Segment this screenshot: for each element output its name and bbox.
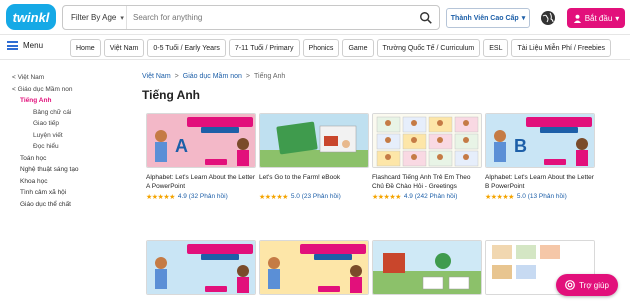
sidebar-item[interactable]: Tiếng Anh [12, 95, 132, 107]
menu-label: Menu [23, 41, 44, 50]
star-rating-icon: ★★★★★ [259, 194, 288, 201]
resource-rating: ★★★★★ 4.9 (32 Phản hồi) [146, 193, 256, 201]
resource-card[interactable] [372, 240, 482, 295]
resource-title[interactable]: Alphabet: Let's Learn About the Letter B… [485, 173, 595, 191]
star-rating-icon: ★★★★★ [146, 194, 175, 201]
help-label: Trợ giúp [579, 280, 609, 290]
nav-item[interactable]: Trường Quốc Tế / Curriculum [376, 39, 481, 57]
nav-item[interactable]: 0-5 Tuổi / Early Years [147, 39, 226, 57]
resource-card[interactable] [146, 240, 256, 295]
star-rating-icon: ★★★★★ [372, 194, 401, 201]
resource-card[interactable] [259, 240, 369, 295]
nav-item[interactable]: Tài Liệu Miễn Phí / Freebies [511, 39, 612, 57]
age-filter-dropdown[interactable]: Filter By Age ▾ [63, 6, 127, 29]
svg-text:B: B [514, 136, 527, 156]
resource-thumbnail[interactable] [259, 240, 369, 295]
sidebar-item[interactable]: < Giáo dục Mầm non [12, 84, 132, 96]
rating-score[interactable]: 4.9 (242 Phản hồi) [404, 193, 457, 201]
nav-item[interactable]: Game [342, 39, 374, 57]
age-filter-label: Filter By Age [71, 13, 117, 22]
search-input[interactable] [127, 13, 407, 22]
resource-thumbnail[interactable]: A [146, 113, 256, 168]
breadcrumb-separator: > [245, 73, 251, 80]
breadcrumb-item-early-years[interactable]: Giáo dục Mầm non [183, 73, 242, 80]
resource-title[interactable]: Alphabet: Let's Learn About the Letter A… [146, 173, 256, 191]
resource-title[interactable]: Flashcard Tiếng Anh Trẻ Em Theo Chủ Đề C… [372, 173, 482, 191]
breadcrumb-item-current: Tiếng Anh [254, 73, 286, 80]
nav-item[interactable]: Việt Nam [103, 39, 145, 57]
resource-card[interactable]: A Alphabet: Let's Learn About the Letter… [146, 113, 256, 201]
nav-item[interactable]: 7-11 Tuổi / Primary [228, 39, 300, 57]
chevron-down-icon: ▾ [120, 14, 124, 22]
sidebar-item[interactable]: Đọc hiểu [12, 141, 132, 153]
resource-card[interactable]: Let's Go to the Farm! eBook ★★★★★ 5.0 (2… [259, 113, 369, 201]
resource-thumbnail[interactable]: B [485, 113, 595, 168]
nav-item[interactable]: ESL [483, 39, 509, 57]
resource-thumbnail[interactable] [146, 240, 256, 295]
nav-item[interactable]: Home [70, 39, 101, 57]
chevron-down-icon: ▾ [521, 15, 526, 22]
resource-rating: ★★★★★ 5.0 (13 Phản hồi) [485, 193, 595, 201]
menu-button[interactable]: Menu [7, 41, 43, 50]
nav-item[interactable]: Phonics [302, 39, 340, 57]
search-icon[interactable] [419, 11, 433, 25]
sidebar-item[interactable]: Giao tiếp [12, 118, 132, 130]
premium-member-label: Thành Viên Cao Cấp [450, 14, 519, 22]
sidebar-item[interactable]: Bảng chữ cái [12, 107, 132, 119]
svg-text:A: A [175, 136, 188, 156]
chevron-down-icon: ▾ [615, 13, 620, 23]
resource-card[interactable]: Flashcard Tiếng Anh Trẻ Em Theo Chủ Đề C… [372, 113, 482, 201]
breadcrumb-item-vietnam[interactable]: Việt Nam [142, 73, 171, 80]
resource-thumbnail[interactable] [372, 240, 482, 295]
rating-score[interactable]: 5.0 (23 Phản hồi) [291, 193, 341, 201]
breadcrumb: Việt Nam > Giáo dục Mầm non > Tiếng Anh [142, 73, 285, 80]
rating-score[interactable]: 4.9 (32 Phản hồi) [178, 193, 228, 201]
sidebar-item[interactable]: Khoa học [12, 176, 132, 188]
resource-card[interactable]: B Alphabet: Let's Learn About the Letter… [485, 113, 595, 201]
page-title: Tiếng Anh [142, 88, 200, 102]
hamburger-icon [7, 41, 18, 50]
top-bar: twinkl Filter By Age ▾ Thành Viên Cao Cấ… [0, 0, 630, 34]
sidebar-item[interactable]: Tình cảm xã hội [12, 187, 132, 199]
start-label: Bắt đầu [584, 13, 613, 23]
globe-icon[interactable] [540, 10, 556, 26]
breadcrumb-separator: > [174, 73, 179, 80]
category-sidebar: < Việt Nam < Giáo dục Mầm non Tiếng Anh Bản… [12, 72, 132, 210]
nav-items: Home Việt Nam 0-5 Tuổi / Early Years 7-11 T… [70, 39, 612, 57]
sidebar-item[interactable]: Nghệ thuật sáng tạo [12, 164, 132, 176]
help-icon [565, 280, 575, 290]
sidebar-item[interactable]: Luyện viết [12, 130, 132, 142]
premium-member-button[interactable]: Thành Viên Cao Cấp ▾ [446, 8, 530, 28]
main-nav: Menu Home Việt Nam 0-5 Tuổi / Early Years 7… [0, 34, 630, 60]
star-rating-icon: ★★★★★ [485, 194, 514, 201]
sidebar-item[interactable]: Toán học [12, 153, 132, 165]
sidebar-item[interactable]: Giáo dục thể chất [12, 199, 132, 211]
help-button[interactable]: Trợ giúp [556, 274, 618, 296]
resource-rating: ★★★★★ 5.0 (23 Phản hồi) [259, 193, 369, 201]
start-button[interactable]: Bắt đầu ▾ [567, 8, 625, 28]
sidebar-item[interactable]: < Việt Nam [12, 72, 132, 84]
search-bar: Filter By Age ▾ [62, 5, 440, 30]
resource-title[interactable]: Let's Go to the Farm! eBook [259, 173, 369, 191]
twinkl-logo[interactable]: twinkl [6, 4, 56, 30]
resource-thumbnail[interactable] [259, 113, 369, 168]
resource-thumbnail[interactable] [372, 113, 482, 168]
resource-rating: ★★★★★ 4.9 (242 Phản hồi) [372, 193, 482, 201]
rating-score[interactable]: 5.0 (13 Phản hồi) [517, 193, 567, 201]
user-icon [573, 14, 581, 23]
